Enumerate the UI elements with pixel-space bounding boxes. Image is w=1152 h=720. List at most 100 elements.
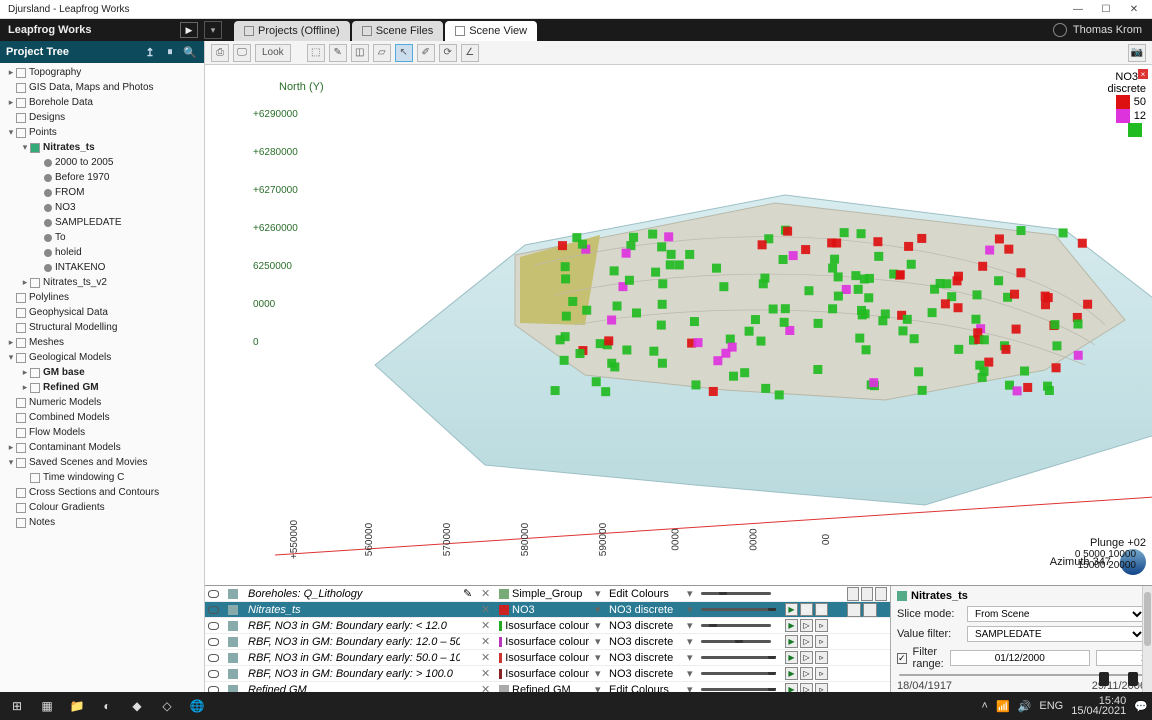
slice-mode-select[interactable]: From Scene (967, 606, 1146, 622)
tray-lang[interactable]: ENG (1039, 700, 1063, 712)
expander-icon[interactable]: ▸ (6, 67, 16, 78)
tree-node[interactable]: GIS Data, Maps and Photos (0, 80, 204, 95)
expander-icon[interactable]: ▸ (6, 97, 16, 108)
tree-node[interactable]: ▾Saved Scenes and Movies (0, 455, 204, 470)
skip-icon[interactable]: ▹ (815, 651, 828, 664)
skip-icon[interactable]: ▹ (815, 619, 828, 632)
tool-measure-icon[interactable]: ∠ (461, 44, 479, 62)
scene-viewport[interactable]: North (Y) +6290000+6280000+6270000+62600… (205, 65, 1152, 585)
option-icon[interactable] (861, 587, 873, 601)
visibility-icon[interactable] (208, 670, 219, 678)
start-button[interactable]: ⊞ (4, 695, 30, 717)
tool-camera-icon[interactable]: 📷 (1128, 44, 1146, 62)
colour-by-dropdown-icon[interactable]: ▾ (592, 635, 606, 648)
opacity-slider[interactable] (698, 608, 782, 611)
tool-lasso-icon[interactable]: ◫ (351, 44, 369, 62)
expander-icon[interactable]: ▸ (20, 382, 30, 393)
visibility-icon[interactable] (208, 606, 219, 614)
tree-node[interactable]: 2000 to 2005 (0, 155, 204, 170)
tool-edit-icon[interactable]: ✐ (417, 44, 435, 62)
tree-node[interactable]: Combined Models (0, 410, 204, 425)
opacity-slider[interactable] (698, 640, 782, 643)
header-dropdown-icon[interactable]: ▾ (204, 21, 222, 39)
tree-node[interactable]: ▸Meshes (0, 335, 204, 350)
tool-plane-icon[interactable]: ▱ (373, 44, 391, 62)
windows-taskbar[interactable]: ⊞ ▦ 📁 ◐ ◆ ◇ 🌐 ˄ 📶 🔊 ENG 15:40 15/04/2021… (0, 692, 1152, 720)
tree-node[interactable]: Time windowing C (0, 470, 204, 485)
step-icon[interactable]: ▷ (800, 635, 813, 648)
app1-icon[interactable]: ◐ (94, 695, 120, 717)
tree-node[interactable]: ▸Topography (0, 65, 204, 80)
tree-node[interactable]: Before 1970 (0, 170, 204, 185)
tree-node[interactable]: INTAKENO (0, 260, 204, 275)
visibility-checkbox[interactable] (16, 443, 26, 453)
colour-swatch[interactable] (499, 605, 509, 615)
colour-by-dropdown-icon[interactable]: ▾ (592, 587, 606, 600)
layer-row[interactable]: Nitrates_ts✕NO3▾NO3 discrete▾▶▷▹ (205, 602, 890, 618)
skip-icon[interactable]: ▹ (815, 603, 828, 616)
close-button[interactable]: ✕ (1120, 0, 1148, 18)
header-play-button[interactable]: ▶ (180, 22, 198, 38)
tool-look-button[interactable]: Look (255, 44, 291, 62)
tree-node[interactable]: ▾Points (0, 125, 204, 140)
colour-by-dropdown-icon[interactable]: ▾ (592, 651, 606, 664)
header-tab[interactable]: Projects (Offline) (234, 21, 350, 41)
expander-icon[interactable]: ▸ (6, 442, 16, 453)
tool-arrow-icon[interactable]: ↖ (395, 44, 413, 62)
filter-range-checkbox[interactable]: ✓ (897, 653, 907, 664)
colour-scheme[interactable]: NO3 discrete (606, 620, 684, 632)
colour-scheme[interactable]: NO3 discrete (606, 636, 684, 648)
visibility-checkbox[interactable] (16, 488, 26, 498)
remove-icon[interactable]: ✕ (481, 587, 490, 600)
tree-node[interactable]: Polylines (0, 290, 204, 305)
legend-close-icon[interactable]: × (1138, 69, 1148, 79)
project-tree[interactable]: ▸TopographyGIS Data, Maps and Photos▸Bor… (0, 63, 204, 703)
colour-swatch[interactable] (499, 589, 509, 599)
tree-node[interactable]: Colour Gradients (0, 500, 204, 515)
tree-node[interactable]: Cross Sections and Contours (0, 485, 204, 500)
filter-from-input[interactable] (950, 650, 1090, 666)
option-icon[interactable] (847, 603, 861, 617)
colour-scheme-dropdown-icon[interactable]: ▾ (684, 619, 698, 632)
tree-node[interactable]: SAMPLEDATE (0, 215, 204, 230)
expander-icon[interactable]: ▸ (20, 367, 30, 378)
step-icon[interactable]: ▷ (800, 667, 813, 680)
visibility-icon[interactable] (208, 622, 219, 630)
play-icon[interactable]: ▶ (785, 635, 798, 648)
visibility-checkbox[interactable] (16, 353, 26, 363)
layer-row[interactable]: RBF, NO3 in GM: Boundary early: 50.0 – 1… (205, 650, 890, 666)
tray-sound-icon[interactable]: 🔊 (1018, 700, 1032, 713)
tree-node[interactable]: Notes (0, 515, 204, 530)
tree-node[interactable]: ▸GM base (0, 365, 204, 380)
range-handle-max[interactable] (1128, 672, 1138, 686)
visibility-checkbox[interactable] (16, 323, 26, 333)
tree-node[interactable]: Structural Modelling (0, 320, 204, 335)
tree-node[interactable]: ▸Borehole Data (0, 95, 204, 110)
edit-icon[interactable]: ✎ (463, 587, 472, 600)
remove-icon[interactable]: ✕ (481, 603, 490, 616)
visibility-checkbox[interactable] (16, 98, 26, 108)
visibility-checkbox[interactable] (30, 278, 40, 288)
tree-node[interactable]: FROM (0, 185, 204, 200)
scene-layer-list[interactable]: Boreholes: Q_Lithology✎✕Simple_Group▾Edi… (205, 586, 890, 703)
tool-rotate-icon[interactable]: ⟳ (439, 44, 457, 62)
expander-icon[interactable]: ▸ (6, 337, 16, 348)
colour-swatch[interactable] (499, 653, 502, 663)
range-handle-min[interactable] (1099, 672, 1109, 686)
colour-swatch[interactable] (499, 637, 502, 647)
colour-scheme-dropdown-icon[interactable]: ▾ (684, 635, 698, 648)
tray-clock[interactable]: 15:40 15/04/2021 (1071, 696, 1126, 716)
user-area[interactable]: Thomas Krom (1053, 23, 1142, 37)
tool-draw-icon[interactable]: ✎ (329, 44, 347, 62)
colour-by-dropdown-icon[interactable]: ▾ (592, 667, 606, 680)
tree-node[interactable]: Geophysical Data (0, 305, 204, 320)
option-icon[interactable] (863, 603, 877, 617)
layer-row[interactable]: Boreholes: Q_Lithology✎✕Simple_Group▾Edi… (205, 586, 890, 602)
tree-node[interactable]: Designs (0, 110, 204, 125)
opacity-slider[interactable] (698, 656, 782, 659)
tree-node[interactable]: Flow Models (0, 425, 204, 440)
tree-node[interactable]: ▸Refined GM (0, 380, 204, 395)
remove-icon[interactable]: ✕ (481, 619, 490, 632)
skip-icon[interactable]: ▹ (815, 635, 828, 648)
visibility-icon[interactable] (208, 638, 219, 646)
